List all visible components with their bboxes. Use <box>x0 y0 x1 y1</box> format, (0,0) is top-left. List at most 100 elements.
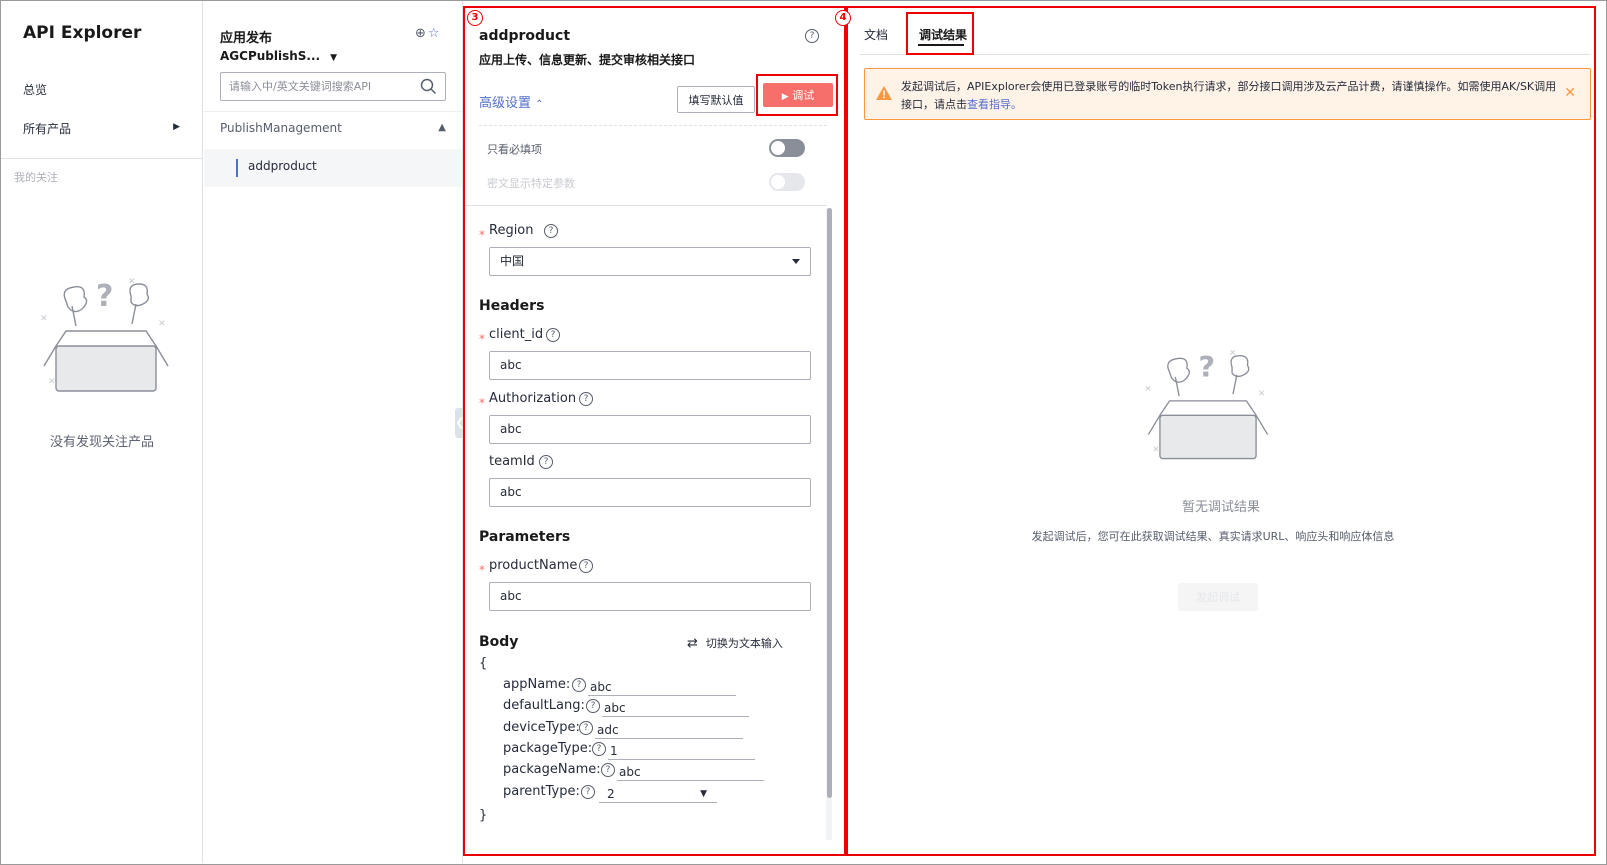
divider <box>465 205 827 206</box>
svg-text:✕: ✕ <box>128 277 136 287</box>
empty-result-description: 发起调试后，您可在此获取调试结果、真实请求URL、响应头和响应体信息 <box>1031 530 1395 543</box>
annotation-marker: 4 <box>835 10 851 26</box>
client-id-field[interactable]: abc <box>489 351 811 380</box>
product-name-field[interactable]: abc <box>489 582 811 611</box>
active-indicator <box>236 159 238 177</box>
debug-button[interactable]: ▶ 调试 <box>763 83 833 107</box>
play-icon: ▶ <box>781 92 789 102</box>
region-label: Region <box>489 223 534 238</box>
caret-down-icon: ▼ <box>700 789 707 799</box>
category-title: 应用发布 <box>220 31 273 46</box>
scrollbar-thumb[interactable] <box>827 208 832 798</box>
body-value-app-name[interactable]: abc <box>588 679 736 696</box>
star-icon[interactable]: ☆ <box>428 26 442 41</box>
api-name: addproduct <box>479 28 571 44</box>
globe-icon[interactable]: ⊕ <box>415 26 428 41</box>
swap-icon: ⇄ <box>687 636 698 651</box>
toggle-label-required-only: 只看必填项 <box>487 143 542 156</box>
api-search <box>220 72 446 101</box>
fill-default-button[interactable]: 填写默认值 <box>677 86 755 113</box>
required-marker: * <box>479 228 485 242</box>
body-value-package-name[interactable]: abc <box>617 764 764 781</box>
help-icon[interactable]: ? <box>592 742 606 756</box>
tab-docs[interactable]: 文档 <box>864 26 888 43</box>
svg-text:✕: ✕ <box>48 377 56 387</box>
required-marker: * <box>479 563 485 577</box>
body-key-package-name: packageName: <box>503 762 601 777</box>
parameters-title: Parameters <box>479 529 571 545</box>
body-value-default-lang[interactable]: abc <box>602 700 749 717</box>
toggle-label-ciphertext: 密文显示特定参数 <box>487 177 575 190</box>
body-select-parent-type-value: 2 <box>607 787 615 801</box>
left-sidebar: API Explorer 总览 所有产品 ▶ 我的关注 ? ✕ ✕ ✕ ✕ 没有发现关… <box>1 1 203 863</box>
help-icon[interactable]: ? <box>579 392 593 406</box>
required-marker: * <box>479 396 485 410</box>
body-value-device-type[interactable]: adc <box>595 722 743 739</box>
nav-item-overview[interactable]: 总览 <box>23 81 47 98</box>
body-key-default-lang: defaultLang: <box>503 698 585 713</box>
ciphertext-toggle[interactable] <box>769 173 805 191</box>
empty-box-illustration-icon: ? ✕ ✕ ✕ ✕ <box>40 277 169 392</box>
authorization-label: Authorization <box>489 391 577 406</box>
chevron-up-icon: ⌃ <box>535 99 544 110</box>
help-icon[interactable]: ? <box>579 721 593 735</box>
api-group-title[interactable]: PublishManagement <box>220 121 342 135</box>
caret-down-icon: ▼ <box>330 53 338 63</box>
team-id-field[interactable]: abc <box>489 478 811 507</box>
product-name-label: productName <box>489 558 578 573</box>
product-select-value: AGCPublishS... <box>220 49 321 63</box>
help-icon[interactable]: ? <box>572 678 586 692</box>
region-select-value: 中国 <box>500 254 525 268</box>
caret-up-icon[interactable]: ▲ <box>438 122 446 133</box>
divider <box>204 111 462 112</box>
advanced-settings-label: 高级设置 <box>479 96 532 111</box>
caret-right-icon[interactable]: ▶ <box>173 122 180 132</box>
help-icon[interactable]: ? <box>805 29 819 43</box>
advanced-settings-toggle[interactable]: 高级设置 ⌃ <box>479 92 544 111</box>
api-list-item[interactable]: addproduct <box>204 149 462 187</box>
switch-text-input-label: 切换为文本输入 <box>705 637 783 650</box>
help-icon[interactable]: ? <box>544 224 558 238</box>
body-close-brace: } <box>479 808 488 823</box>
alert-text: 发起调试后，APIExplorer会使用已登录账号的临时Token执行请求，部分… <box>901 78 1561 114</box>
search-icon[interactable] <box>420 78 437 95</box>
client-id-label: client_id <box>489 327 544 342</box>
toggle-knob <box>771 175 785 189</box>
required-only-toggle[interactable] <box>769 139 805 157</box>
help-icon[interactable]: ? <box>539 455 553 469</box>
body-key-app-name: appName: <box>503 677 571 692</box>
view-guide-link[interactable]: 查看指导。 <box>967 98 1022 111</box>
search-input[interactable] <box>221 73 411 100</box>
help-icon[interactable]: ? <box>579 559 593 573</box>
help-icon[interactable]: ? <box>581 785 595 799</box>
svg-text:?: ? <box>1198 350 1215 384</box>
divider <box>479 125 827 126</box>
body-value-package-type[interactable]: 1 <box>608 743 755 760</box>
headers-title: Headers <box>479 298 545 314</box>
divider <box>1 158 202 159</box>
svg-text:✕: ✕ <box>40 314 48 324</box>
team-id-label: teamId <box>489 454 535 469</box>
svg-text:✕: ✕ <box>1229 349 1236 359</box>
close-icon[interactable]: ✕ <box>1564 85 1576 101</box>
caret-down-icon <box>792 259 800 264</box>
switch-text-input-toggle[interactable]: ⇄ 切换为文本输入 <box>687 635 783 651</box>
body-key-device-type: deviceType: <box>503 720 580 735</box>
authorization-field[interactable]: abc <box>489 415 811 444</box>
body-select-parent-type[interactable]: 2 ▼ <box>599 786 717 803</box>
region-select[interactable]: 中国 <box>489 247 811 276</box>
help-icon[interactable]: ? <box>546 328 560 342</box>
nav-item-all-products[interactable]: 所有产品 <box>23 120 71 137</box>
svg-text:✕: ✕ <box>1145 384 1152 394</box>
warning-icon <box>876 86 892 100</box>
help-icon[interactable]: ? <box>601 763 615 777</box>
help-icon[interactable]: ? <box>586 699 600 713</box>
billing-alert: 发起调试后，APIExplorer会使用已登录账号的临时Token执行请求，部分… <box>864 68 1591 120</box>
category-actions: ⊕☆ <box>415 26 442 41</box>
start-debug-button[interactable]: 发起调试 <box>1178 583 1258 611</box>
body-key-parent-type: parentType: <box>503 784 580 799</box>
product-select[interactable]: AGCPublishS... ▼ <box>220 49 337 63</box>
tab-debug-result[interactable]: 调试结果 <box>919 26 967 43</box>
favorites-title: 我的关注 <box>14 171 58 184</box>
body-key-package-type: packageType: <box>503 741 593 756</box>
